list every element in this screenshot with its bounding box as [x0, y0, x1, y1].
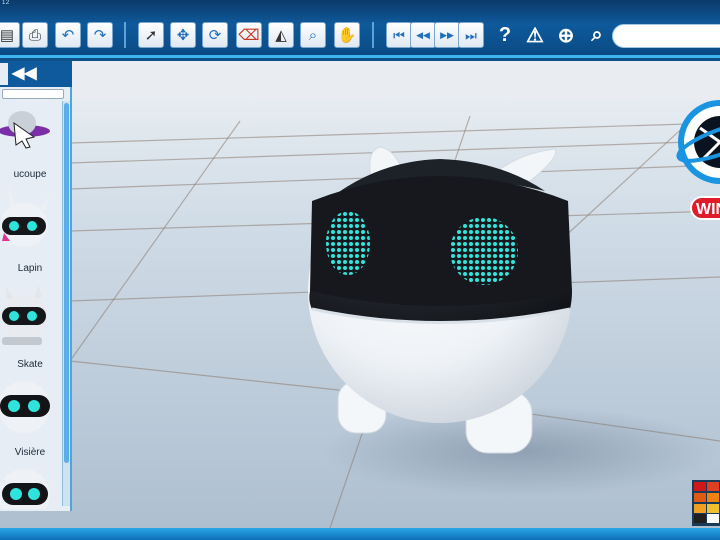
model-item-label: Skate: [17, 359, 43, 370]
prev-frame-button[interactable]: ◀◀: [410, 22, 436, 48]
model-item-label: Lapin: [17, 263, 43, 274]
scene-render: [0, 61, 720, 528]
collapse-panel-button[interactable]: ◀◀: [12, 64, 37, 84]
color-swatch[interactable]: [707, 514, 719, 524]
save-button[interactable]: ▤: [0, 22, 20, 48]
panel-tab[interactable]: [0, 63, 8, 85]
robot-thumbnail-icon: [0, 469, 50, 509]
model-item-visiere[interactable]: Visière: [0, 371, 60, 463]
zoom-tool-button[interactable]: ⌕: [300, 22, 326, 48]
paint-bucket-icon: ◭: [275, 26, 287, 44]
warning-button[interactable]: ⚠: [522, 22, 548, 48]
redo-icon: ↷: [93, 26, 107, 44]
rotate-icon: ⟳: [208, 26, 222, 44]
color-swatch[interactable]: [694, 514, 706, 524]
saucer-thumbnail-icon: [0, 111, 50, 149]
globe-button[interactable]: ⊕: [553, 22, 579, 48]
magnifier-icon: ⌕: [308, 26, 318, 44]
save-icon: ▤: [0, 26, 15, 44]
color-swatch[interactable]: [694, 503, 706, 513]
move-icon: ✥: [176, 26, 190, 44]
panel-filter-input[interactable]: [2, 89, 64, 99]
scene-viewport[interactable]: [0, 61, 720, 528]
color-swatch[interactable]: [707, 503, 719, 513]
redo-button[interactable]: ↷: [87, 22, 113, 48]
model-library-panel: ◀◀ ucoupe Lapin Skate Visière: [0, 61, 72, 511]
model-item-skate[interactable]: Skate: [0, 275, 60, 370]
color-palette: [692, 480, 720, 526]
help-button[interactable]: ?: [492, 22, 518, 48]
search-icon: ⌕: [591, 23, 603, 46]
print-button[interactable]: ⎙: [22, 22, 48, 48]
brand-wordmark: WIN: [690, 196, 720, 220]
rotate-tool-button[interactable]: ⟳: [202, 22, 228, 48]
model-item-partial[interactable]: [0, 461, 60, 509]
fast-forward-icon: ▶▶: [440, 29, 454, 40]
rabbit-thumbnail-icon: [0, 185, 50, 247]
skate-thumbnail-icon: [0, 285, 48, 345]
help-icon: ?: [498, 23, 512, 46]
skip-end-icon: ⏭: [465, 27, 477, 43]
color-swatch[interactable]: [694, 492, 706, 502]
eraser-icon: ⌫: [238, 26, 260, 44]
status-bar: [0, 528, 720, 540]
color-swatch[interactable]: [707, 482, 719, 491]
toolbar-separator: [124, 22, 126, 48]
last-frame-button[interactable]: ⏭: [458, 22, 484, 48]
print-icon: ⎙: [28, 26, 41, 44]
pan-tool-button[interactable]: ✋: [334, 22, 360, 48]
color-swatch[interactable]: [707, 492, 719, 502]
scrollbar-thumb[interactable]: [64, 103, 69, 463]
window-title-fragment: 12: [2, 0, 10, 6]
toolbar-separator: [372, 22, 374, 48]
panel-header: ◀◀: [0, 61, 72, 87]
double-chevron-left-icon: ◀◀: [12, 65, 37, 82]
select-tool-button[interactable]: ➚: [138, 22, 164, 48]
warning-icon: ⚠: [526, 24, 544, 47]
eraser-tool-button[interactable]: ⌫: [236, 22, 262, 48]
globe-icon: ⊕: [557, 24, 575, 47]
cursor-icon: ➚: [144, 26, 158, 44]
model-item-lapin[interactable]: Lapin: [0, 179, 60, 274]
visor-thumbnail-icon: [0, 381, 50, 433]
first-frame-button[interactable]: ⏮: [386, 22, 412, 48]
undo-icon: ↶: [61, 26, 75, 44]
model-item-label: Visière: [14, 447, 46, 458]
rewind-icon: ◀◀: [416, 29, 430, 40]
main-toolbar: 12 ▤ ⎙ ↶ ↷ ➚ ✥ ⟳ ⌫ ◭ ⌕ ✋ ⏮ ◀◀ ▶▶ ⏭ ? ⚠ ⊕…: [0, 0, 720, 58]
color-swatch[interactable]: [694, 482, 706, 491]
search-button[interactable]: ⌕: [584, 22, 610, 48]
undo-button[interactable]: ↶: [55, 22, 81, 48]
search-input[interactable]: [612, 24, 720, 48]
skip-start-icon: ⏮: [393, 27, 405, 43]
move-tool-button[interactable]: ✥: [170, 22, 196, 48]
panel-scrollbar[interactable]: [62, 101, 70, 506]
next-frame-button[interactable]: ▶▶: [434, 22, 460, 48]
hand-icon: ✋: [337, 26, 357, 44]
paint-tool-button[interactable]: ◭: [268, 22, 294, 48]
